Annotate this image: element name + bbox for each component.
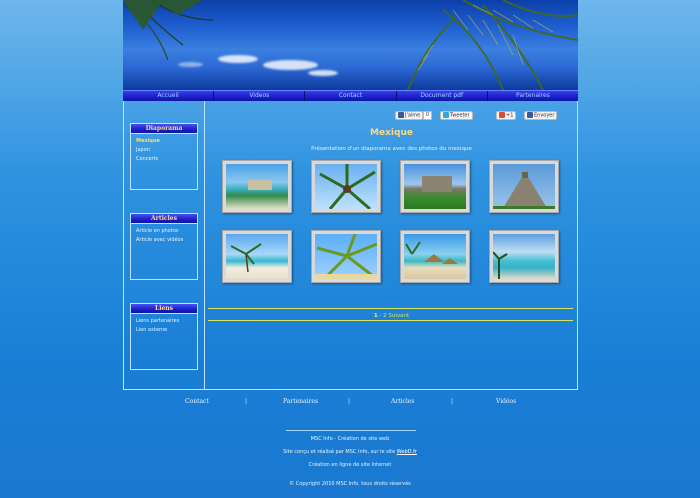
photo-beach-ruins bbox=[226, 164, 288, 209]
footer-link-partenaires[interactable]: Partenaires bbox=[283, 398, 318, 405]
footer-separator: | bbox=[245, 398, 248, 405]
like-count: 0 bbox=[423, 111, 432, 120]
gallery-thumbnail[interactable] bbox=[489, 230, 559, 283]
page-container: Accueil Videos Contact Document pdf Part… bbox=[123, 0, 578, 390]
gallery-thumbnail[interactable] bbox=[489, 160, 559, 213]
content-panel: Diaporama Mexique Japon Concerts Article… bbox=[123, 101, 578, 390]
footer-divider bbox=[286, 430, 416, 431]
sidebar-box-liens: Liens Liens partenaires Lien externe bbox=[130, 303, 198, 370]
nav-contact[interactable]: Contact bbox=[305, 91, 397, 101]
sidebar-box-title: Articles bbox=[131, 214, 197, 224]
gallery-thumbnail[interactable] bbox=[400, 230, 470, 283]
tweet-button[interactable]: Tweeter bbox=[440, 111, 473, 120]
photo-palm-tree bbox=[315, 164, 377, 209]
pagination: 1 - 2 Suivant bbox=[206, 313, 577, 319]
footer-tagline: Création en ligne de site Internet bbox=[308, 462, 392, 468]
gallery-thumbnail[interactable] bbox=[222, 160, 292, 213]
nav-document-pdf[interactable]: Document pdf bbox=[397, 91, 488, 101]
footer-navigation: Contact | Partenaires | Articles | Vidéo… bbox=[140, 398, 570, 410]
tweet-label: Tweeter bbox=[450, 112, 470, 119]
photo-beach-palm bbox=[226, 234, 288, 279]
sidebar-item-lien-externe[interactable]: Lien externe bbox=[136, 326, 197, 335]
page-subtitle: Présentation d'un diaporama avec des pho… bbox=[311, 146, 472, 152]
pager-divider-bottom bbox=[208, 320, 573, 321]
page-next-link[interactable]: Suivant bbox=[388, 313, 409, 319]
main-navigation: Accueil Videos Contact Document pdf Part… bbox=[123, 90, 578, 101]
nav-accueil[interactable]: Accueil bbox=[123, 91, 215, 101]
sidebar-box-title: Diaporama bbox=[131, 124, 197, 134]
nav-videos[interactable]: Videos bbox=[214, 91, 306, 101]
footer-link-contact[interactable]: Contact bbox=[185, 398, 209, 405]
gallery-thumbnail[interactable] bbox=[222, 230, 292, 283]
pager-divider-top bbox=[208, 308, 573, 309]
sidebar-item-article-videos[interactable]: Article avec vidéos bbox=[136, 236, 197, 245]
sidebar-item-liens-partenaires[interactable]: Liens partenaires bbox=[136, 317, 197, 326]
twitter-icon bbox=[443, 112, 449, 118]
nav-partenaires[interactable]: Partenaires bbox=[488, 91, 578, 101]
sidebar-box-articles: Articles Article en photos Article avec … bbox=[130, 213, 198, 280]
sidebar-item-japon[interactable]: Japon bbox=[136, 146, 197, 155]
main-content: J'aime 0 Tweeter +1 Envoyer Mexique Prés… bbox=[206, 101, 577, 389]
social-share-bar: J'aime 0 Tweeter +1 Envoyer bbox=[206, 111, 577, 121]
footer-webd-link[interactable]: WebD.fr bbox=[397, 449, 417, 455]
header-banner bbox=[123, 0, 578, 90]
photo-ruins-lawn bbox=[404, 164, 466, 209]
footer-link-videos[interactable]: Vidéos bbox=[496, 398, 516, 405]
sidebar-item-mexique[interactable]: Mexique bbox=[136, 137, 197, 146]
like-label: J'aime bbox=[405, 112, 421, 119]
footer-realisation-text: Site conçu et réalisé par MSC Info, sur … bbox=[283, 449, 397, 455]
facebook-icon bbox=[398, 112, 404, 118]
send-label: Envoyer bbox=[534, 112, 555, 119]
footer-realisation: Site conçu et réalisé par MSC Info, sur … bbox=[0, 449, 700, 455]
plusone-label: +1 bbox=[506, 112, 514, 119]
gallery-thumbnail[interactable] bbox=[311, 160, 381, 213]
page-title: Mexique bbox=[370, 128, 413, 138]
facebook-like-button[interactable]: J'aime bbox=[395, 111, 424, 120]
photo-palm-sky bbox=[315, 234, 377, 279]
sidebar-box-title: Liens bbox=[131, 304, 197, 314]
gallery-thumbnail[interactable] bbox=[311, 230, 381, 283]
footer-copyright: © Copyright 2010 MSC Info. tous droits r… bbox=[289, 481, 411, 487]
footer-separator: | bbox=[451, 398, 454, 405]
facebook-icon bbox=[527, 112, 533, 118]
footer-credit: MSC Info - Création de site web bbox=[310, 436, 390, 442]
facebook-send-button[interactable]: Envoyer bbox=[524, 111, 558, 120]
photo-pyramid bbox=[493, 164, 555, 209]
photo-beach-huts bbox=[404, 234, 466, 279]
footer-link-articles[interactable]: Articles bbox=[391, 398, 414, 405]
sidebar-item-article-photos[interactable]: Article en photos bbox=[136, 227, 197, 236]
palm-leaves-illustration bbox=[123, 0, 578, 90]
google-plusone-button[interactable]: +1 bbox=[496, 111, 517, 120]
photo-turquoise-sea bbox=[493, 234, 555, 279]
sidebar: Diaporama Mexique Japon Concerts Article… bbox=[124, 101, 205, 389]
google-plus-icon bbox=[499, 112, 505, 118]
gallery-thumbnail[interactable] bbox=[400, 160, 470, 213]
footer-separator: | bbox=[348, 398, 351, 405]
page-next-number[interactable]: 2 bbox=[383, 313, 387, 319]
sidebar-item-concerts[interactable]: Concerts bbox=[136, 155, 197, 164]
sidebar-box-diaporama: Diaporama Mexique Japon Concerts bbox=[130, 123, 198, 190]
